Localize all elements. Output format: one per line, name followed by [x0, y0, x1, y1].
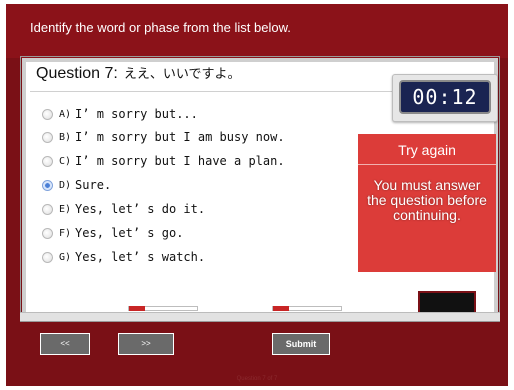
radio-button-selected[interactable]: [42, 179, 53, 191]
option-text: Yes, let’ s do it.: [75, 202, 206, 216]
option-text: I’ m sorry but...: [75, 107, 198, 121]
red-marker-icon: [272, 306, 342, 311]
option-letter: B): [59, 131, 72, 143]
radio-button[interactable]: [42, 251, 53, 263]
option-e[interactable]: E) Yes, let’ s do it.: [42, 201, 205, 217]
question-header: Question 7: ええ、いいですよ。: [36, 63, 240, 89]
radio-button[interactable]: [42, 203, 53, 215]
option-letter: E): [59, 203, 72, 215]
option-text: I’ m sorry but I am busy now.: [75, 130, 285, 144]
option-g[interactable]: G) Yes, let’ s watch.: [42, 249, 205, 265]
option-letter: D): [59, 179, 72, 191]
option-d[interactable]: D) Sure.: [42, 177, 111, 193]
option-c[interactable]: C) I’ m sorry but I have a plan.: [42, 153, 285, 169]
option-a[interactable]: A) I’ m sorry but...: [42, 106, 198, 122]
question-text: ええ、いいですよ。: [123, 67, 241, 82]
feedback-popup: Try again You must answer the question b…: [358, 134, 496, 272]
option-text: Yes, let’ s go.: [75, 226, 184, 240]
option-text: Sure.: [75, 178, 112, 192]
red-marker-icon: [128, 306, 198, 311]
quiz-frame: Identify the word or phase from the list…: [0, 0, 514, 390]
feedback-divider: [358, 164, 496, 165]
option-b[interactable]: B) I’ m sorry but I am busy now.: [42, 129, 285, 145]
question-counter: Question 7 of 7: [236, 376, 278, 382]
radio-button[interactable]: [42, 227, 53, 239]
feedback-message: You must answer the question before cont…: [367, 177, 487, 223]
feedback-title: Try again: [398, 142, 456, 158]
option-letter: F): [59, 227, 72, 239]
option-letter: G): [59, 251, 72, 263]
radio-button[interactable]: [42, 131, 53, 143]
radio-button[interactable]: [42, 155, 53, 167]
option-text: I’ m sorry but I have a plan.: [75, 154, 285, 168]
radio-button[interactable]: [42, 108, 53, 120]
instruction-text: Identify the word or phase from the list…: [30, 20, 291, 35]
option-letter: C): [59, 155, 72, 167]
whiteboard-ledge: [20, 312, 500, 322]
previous-button[interactable]: <<: [40, 333, 90, 355]
submit-button[interactable]: Submit: [272, 333, 330, 355]
timer-display: 00:12: [399, 80, 491, 114]
next-button[interactable]: >>: [118, 333, 174, 355]
option-f[interactable]: F) Yes, let’ s go.: [42, 225, 183, 241]
option-letter: A): [59, 108, 72, 120]
question-label: Question 7:: [36, 65, 118, 82]
option-text: Yes, let’ s watch.: [75, 250, 206, 264]
